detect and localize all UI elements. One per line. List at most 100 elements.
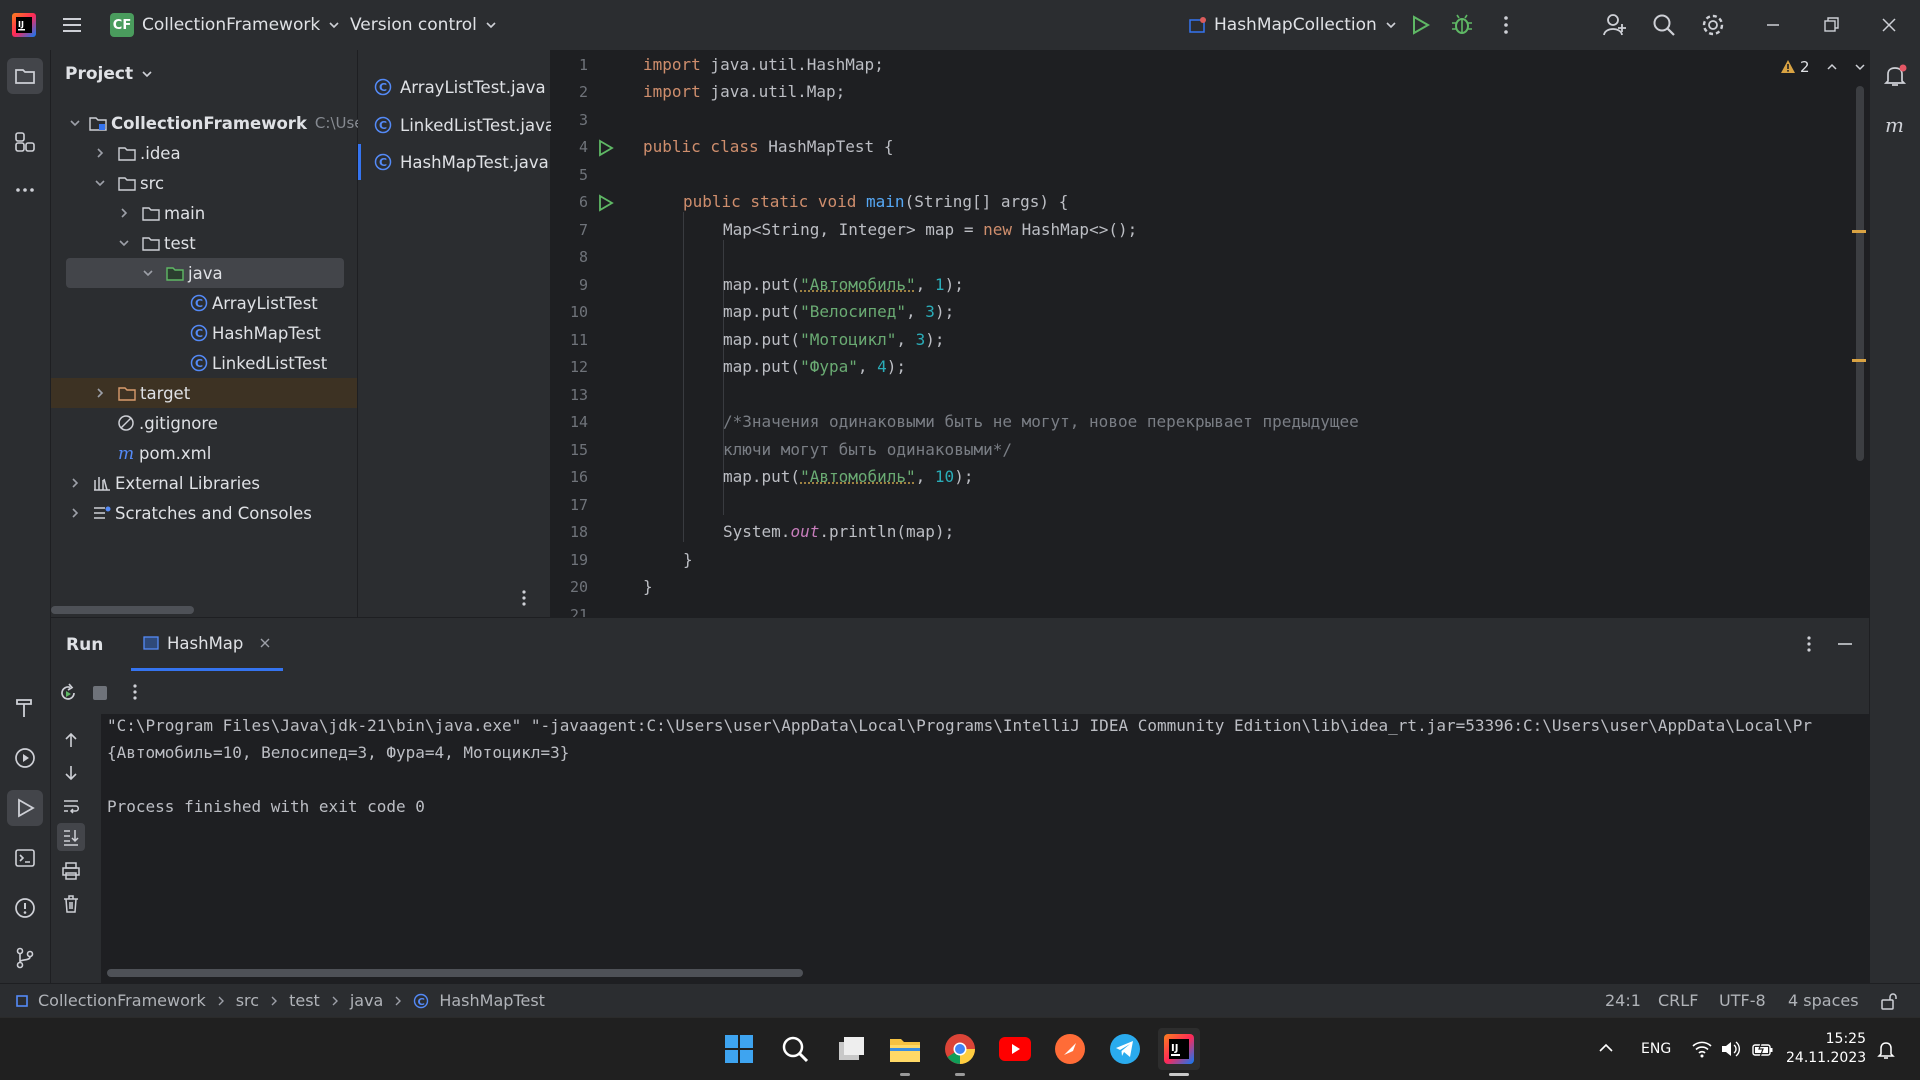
debug-button[interactable] [1450, 13, 1474, 37]
notifications-bell-icon[interactable] [1877, 58, 1913, 94]
tree-item-pom-xml[interactable]: m pom.xml [51, 438, 357, 468]
open-files-panel: C ArrayListTest.java C LinkedListTest.ja… [358, 50, 551, 617]
hide-panel-icon[interactable] [1835, 634, 1855, 654]
tree-item-hashmaptest[interactable]: C HashMapTest [51, 318, 357, 348]
wifi-icon[interactable] [1692, 1040, 1712, 1058]
terminal-tool-button[interactable] [7, 840, 43, 876]
telegram-icon[interactable] [1104, 1028, 1146, 1070]
inspection-widget[interactable]: 2 [1780, 58, 1866, 76]
stop-icon[interactable] [91, 684, 109, 702]
tree-item-gitignore[interactable]: .gitignore [51, 408, 357, 438]
file-tab-arraylisttest[interactable]: C ArrayListTest.java [358, 69, 551, 105]
vcs-widget[interactable]: Version control [350, 12, 497, 38]
file-tab-hashmaptest[interactable]: C HashMapTest.java [358, 144, 551, 180]
project-tool-button[interactable] [7, 58, 43, 94]
run-more-icon[interactable] [129, 682, 141, 702]
run-button[interactable] [1408, 13, 1432, 37]
volume-icon[interactable] [1720, 1040, 1740, 1058]
soft-wrap-icon[interactable] [61, 796, 81, 816]
chrome-icon[interactable] [939, 1028, 981, 1070]
warning-stripe-marker[interactable] [1852, 359, 1866, 362]
services-tool-button[interactable] [7, 740, 43, 776]
structure-tool-button[interactable] [7, 124, 43, 160]
more-actions-icon[interactable] [1494, 13, 1518, 37]
show-hidden-icons-chevron[interactable] [1598, 1042, 1614, 1054]
problems-tool-button[interactable] [7, 890, 43, 926]
unlock-icon[interactable] [1880, 992, 1898, 1010]
input-language[interactable]: ENG [1641, 1041, 1671, 1057]
file-explorer-icon[interactable] [884, 1028, 926, 1070]
breadcrumb-item[interactable]: java [350, 991, 384, 1010]
main-menu-icon[interactable] [60, 13, 84, 37]
intellij-taskbar-icon[interactable]: IJ [1158, 1028, 1200, 1070]
taskbar-search-icon[interactable] [774, 1028, 816, 1070]
code-line: System.out.println(map); [723, 522, 955, 541]
breadcrumb-item[interactable]: CollectionFramework [38, 991, 206, 1010]
maven-m-icon[interactable]: m [1877, 108, 1913, 144]
breadcrumb-item[interactable]: HashMapTest [439, 991, 545, 1010]
scroll-down-icon[interactable] [61, 763, 81, 783]
notification-center-icon[interactable] [1877, 1040, 1895, 1060]
build-tool-button[interactable] [7, 690, 43, 726]
tree-item-linkedlisttest[interactable]: C LinkedListTest [51, 348, 357, 378]
windows-start-icon[interactable] [718, 1028, 760, 1070]
tree-item-src[interactable]: src [51, 168, 357, 198]
project-hscrollbar[interactable] [51, 606, 194, 614]
tree-item-scratches[interactable]: Scratches and Consoles [51, 498, 357, 528]
restore-icon[interactable] [1820, 14, 1842, 36]
console-output[interactable]: "C:\Program Files\Java\jdk-21\bin\java.e… [101, 714, 1869, 984]
rerun-icon[interactable] [57, 682, 79, 704]
chevron-right-icon [69, 477, 85, 489]
editor-vscrollbar[interactable] [1856, 86, 1864, 461]
caret-position[interactable]: 24:1 [1605, 991, 1641, 1010]
clock[interactable]: 15:25 24.11.2023 [1786, 1030, 1866, 1068]
breadcrumb-item[interactable]: test [289, 991, 320, 1010]
task-view-icon[interactable] [830, 1028, 872, 1070]
tree-root-collectionframework[interactable]: CollectionFramework C:\Use [51, 108, 364, 138]
minimize-icon[interactable] [1762, 14, 1784, 36]
search-icon[interactable] [1651, 12, 1677, 38]
file-tab-linkedlisttest[interactable]: C LinkedListTest.java [358, 107, 551, 143]
code-editor[interactable]: 1 2 3 4 5 6 7 8 9 10 11 12 13 14 15 16 1… [552, 50, 1868, 617]
run-main-gutter-icon[interactable] [596, 194, 614, 212]
chevron-down-icon [142, 267, 158, 279]
close-icon[interactable] [1878, 14, 1900, 36]
run-panel-options-icon[interactable] [1803, 634, 1815, 654]
console-hscrollbar[interactable] [107, 969, 803, 977]
line-separator[interactable]: CRLF [1658, 991, 1698, 1010]
file-encoding[interactable]: UTF-8 [1719, 991, 1766, 1010]
settings-gear-icon[interactable] [1700, 12, 1726, 38]
tree-item-java[interactable]: java [66, 258, 344, 288]
tree-item-target[interactable]: target [51, 378, 357, 408]
run-config-widget[interactable]: HashMapCollection [1188, 12, 1397, 38]
tree-item-external-libraries[interactable]: External Libraries [51, 468, 357, 498]
youtube-icon[interactable] [994, 1028, 1036, 1070]
run-class-gutter-icon[interactable] [596, 139, 614, 157]
add-user-icon[interactable] [1602, 12, 1628, 38]
run-tab-hashmap[interactable]: HashMap [131, 618, 284, 671]
warning-stripe-marker[interactable] [1852, 230, 1866, 233]
scroll-up-icon[interactable] [61, 730, 81, 750]
trash-icon[interactable] [61, 894, 81, 914]
breadcrumb-item[interactable]: src [236, 991, 259, 1010]
tree-item-idea[interactable]: .idea [51, 138, 357, 168]
battery-icon[interactable] [1752, 1040, 1774, 1058]
scroll-to-end-icon[interactable] [57, 823, 85, 851]
chevron-down-icon [118, 237, 134, 249]
project-panel-header[interactable]: Project [65, 64, 153, 84]
run-tool-button[interactable] [7, 790, 43, 826]
indent-setting[interactable]: 4 spaces [1788, 991, 1859, 1010]
tree-item-main[interactable]: main [51, 198, 357, 228]
postman-icon[interactable] [1049, 1028, 1091, 1070]
more-tools-icon[interactable] [7, 172, 43, 208]
tree-item-arraylisttest[interactable]: C ArrayListTest [51, 288, 357, 318]
chevron-down-icon[interactable] [1854, 61, 1866, 73]
print-icon[interactable] [61, 861, 81, 881]
tree-item-test[interactable]: test [51, 228, 357, 258]
chevron-up-icon[interactable] [1826, 61, 1838, 73]
git-tool-button[interactable] [7, 940, 43, 976]
intellij-logo-icon[interactable]: IJ [12, 13, 36, 37]
project-widget[interactable]: CF CollectionFramework [110, 12, 340, 38]
file-list-options-icon[interactable] [518, 588, 530, 608]
close-tab-icon[interactable] [259, 637, 271, 649]
